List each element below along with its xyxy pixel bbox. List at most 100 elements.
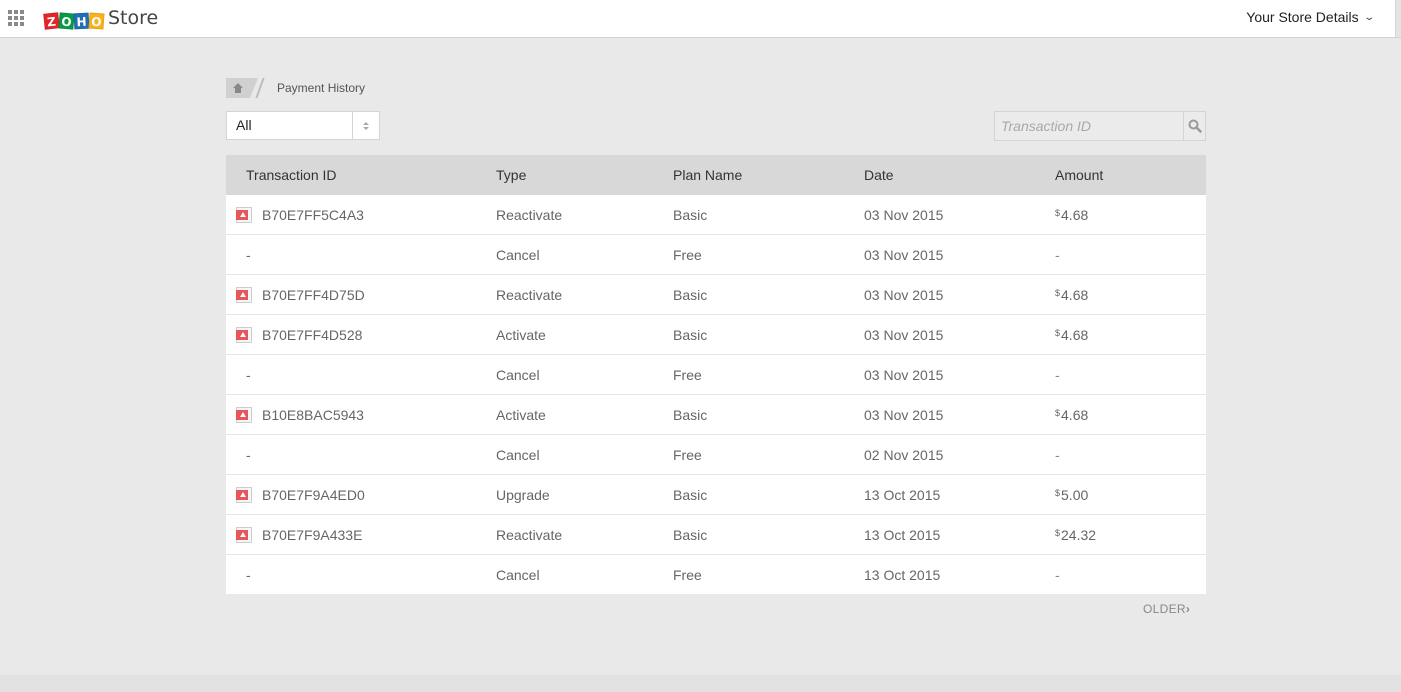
- filter-selected-value: All: [236, 117, 252, 133]
- cell-amount: $4.68: [1055, 207, 1206, 223]
- transaction-id: -: [246, 566, 251, 583]
- cell-amount: $24.32: [1055, 527, 1206, 543]
- cell-amount: -: [1055, 447, 1206, 463]
- cell-type: Upgrade: [496, 486, 550, 503]
- currency-symbol: $: [1055, 407, 1061, 418]
- transaction-id-search-input[interactable]: [995, 112, 1183, 140]
- pdf-invoice-icon[interactable]: [236, 526, 252, 543]
- cell-plan-name: Free: [673, 446, 702, 463]
- cell-plan-name: Free: [673, 246, 702, 263]
- apps-grid-icon[interactable]: [8, 10, 24, 26]
- cell-transaction-id: B70E7FF4D528: [226, 326, 496, 343]
- pdf-invoice-icon[interactable]: [236, 326, 252, 343]
- older-label: OLDER: [1143, 602, 1186, 616]
- cell-date: 03 Nov 2015: [864, 246, 944, 263]
- breadcrumb-current: Payment History: [277, 81, 366, 95]
- cell-date: 13 Oct 2015: [864, 526, 941, 543]
- table-row: B10E8BAC5943 Activate Basic 03 Nov 2015 $4.6…: [226, 395, 1206, 435]
- home-icon: [233, 83, 243, 93]
- cell-date: 03 Nov 2015: [864, 326, 944, 343]
- cell-amount: -: [1055, 567, 1206, 583]
- breadcrumb-home-button[interactable]: [226, 78, 258, 98]
- amount-value: -: [1055, 366, 1060, 383]
- cell-date: 03 Nov 2015: [864, 366, 944, 383]
- cell-date: 13 Oct 2015: [864, 566, 941, 583]
- cell-transaction-id: B70E7FF4D75D: [226, 286, 496, 303]
- pdf-invoice-icon[interactable]: [236, 286, 252, 303]
- currency-symbol: $: [1055, 487, 1061, 498]
- cell-amount: $4.68: [1055, 287, 1206, 303]
- cell-transaction-id: -: [226, 247, 496, 263]
- zoho-logo: Z O H O: [43, 7, 105, 30]
- currency-symbol: $: [1055, 207, 1061, 218]
- amount-value: -: [1055, 446, 1060, 463]
- search-icon: [1188, 119, 1202, 133]
- amount-value: 4.68: [1061, 326, 1089, 343]
- app-title: Store: [108, 7, 159, 29]
- cell-plan-name: Basic: [673, 326, 708, 343]
- cell-amount: $4.68: [1055, 407, 1206, 423]
- cell-plan-name: Basic: [673, 286, 708, 303]
- amount-value: 4.68: [1061, 406, 1089, 423]
- cell-type: Cancel: [496, 566, 540, 583]
- cell-transaction-id: B70E7F9A433E: [226, 526, 496, 543]
- cell-plan-name: Basic: [673, 406, 708, 423]
- column-header-transaction-id: Transaction ID: [246, 167, 337, 183]
- table-row: B70E7FF4D75D Reactivate Basic 03 Nov 2015 $4…: [226, 275, 1206, 315]
- cell-type: Cancel: [496, 446, 540, 463]
- currency-symbol: $: [1055, 327, 1061, 338]
- column-header-plan-name: Plan Name: [673, 167, 743, 183]
- cell-plan-name: Free: [673, 366, 702, 383]
- pdf-invoice-icon[interactable]: [236, 406, 252, 423]
- cell-type: Activate: [496, 406, 546, 423]
- cell-date: 03 Nov 2015: [864, 286, 944, 303]
- table-row: - Cancel Free 03 Nov 2015 -: [226, 355, 1206, 395]
- cell-type: Cancel: [496, 366, 540, 383]
- logo-letter: Z: [43, 12, 60, 30]
- transaction-id: B70E7F9A433E: [262, 526, 363, 543]
- zoho-store-logo[interactable]: Z O H O Store: [43, 7, 159, 30]
- cell-transaction-id: B10E8BAC5943: [226, 406, 496, 423]
- pdf-invoice-icon[interactable]: [236, 206, 252, 223]
- type-filter-select[interactable]: All: [226, 111, 380, 140]
- cell-transaction-id: -: [226, 367, 496, 383]
- column-header-amount: Amount: [1055, 167, 1104, 183]
- transaction-id: B70E7FF4D75D: [262, 286, 365, 303]
- cell-plan-name: Free: [673, 566, 702, 583]
- cell-amount: $5.00: [1055, 487, 1206, 503]
- footer-band: [0, 675, 1401, 692]
- logo-letter: O: [58, 12, 75, 30]
- cell-type: Reactivate: [496, 286, 563, 303]
- amount-value: 4.68: [1061, 286, 1089, 303]
- cell-date: 13 Oct 2015: [864, 486, 941, 503]
- cell-plan-name: Basic: [673, 486, 708, 503]
- transaction-id: B70E7FF5C4A3: [262, 206, 364, 223]
- cell-transaction-id: B70E7FF5C4A3: [226, 206, 496, 223]
- table-header: Transaction ID Type Plan Name Date Amoun…: [226, 155, 1206, 195]
- currency-symbol: $: [1055, 287, 1061, 298]
- table-row: B70E7FF4D528 Activate Basic 03 Nov 2015 $4.6…: [226, 315, 1206, 355]
- column-header-type: Type: [496, 167, 527, 183]
- select-arrows-icon: [352, 112, 379, 139]
- cell-plan-name: Basic: [673, 206, 708, 223]
- chevron-down-icon: ⌄: [1362, 11, 1375, 23]
- amount-value: -: [1055, 566, 1060, 583]
- older-pagination-link[interactable]: OLDER›: [1143, 602, 1190, 616]
- table-row: B70E7FF5C4A3 Reactivate Basic 03 Nov 2015 $4…: [226, 195, 1206, 235]
- table-row: - Cancel Free 13 Oct 2015 -: [226, 555, 1206, 594]
- cell-amount: -: [1055, 247, 1206, 263]
- table-row: - Cancel Free 02 Nov 2015 -: [226, 435, 1206, 475]
- amount-value: 24.32: [1061, 526, 1097, 543]
- currency-symbol: $: [1055, 527, 1061, 538]
- cell-date: 02 Nov 2015: [864, 446, 944, 463]
- amount-value: 5.00: [1061, 486, 1089, 503]
- cell-type: Reactivate: [496, 206, 563, 223]
- store-details-dropdown[interactable]: Your Store Details ⌄: [1246, 9, 1375, 25]
- pdf-invoice-icon[interactable]: [236, 486, 252, 503]
- logo-letter: O: [88, 12, 105, 30]
- amount-value: 4.68: [1061, 206, 1089, 223]
- search-button[interactable]: [1183, 112, 1205, 140]
- table-row: B70E7F9A433E Reactivate Basic 13 Oct 2015 $2…: [226, 515, 1206, 555]
- cell-transaction-id: B70E7F9A4ED0: [226, 486, 496, 503]
- cell-date: 03 Nov 2015: [864, 406, 944, 423]
